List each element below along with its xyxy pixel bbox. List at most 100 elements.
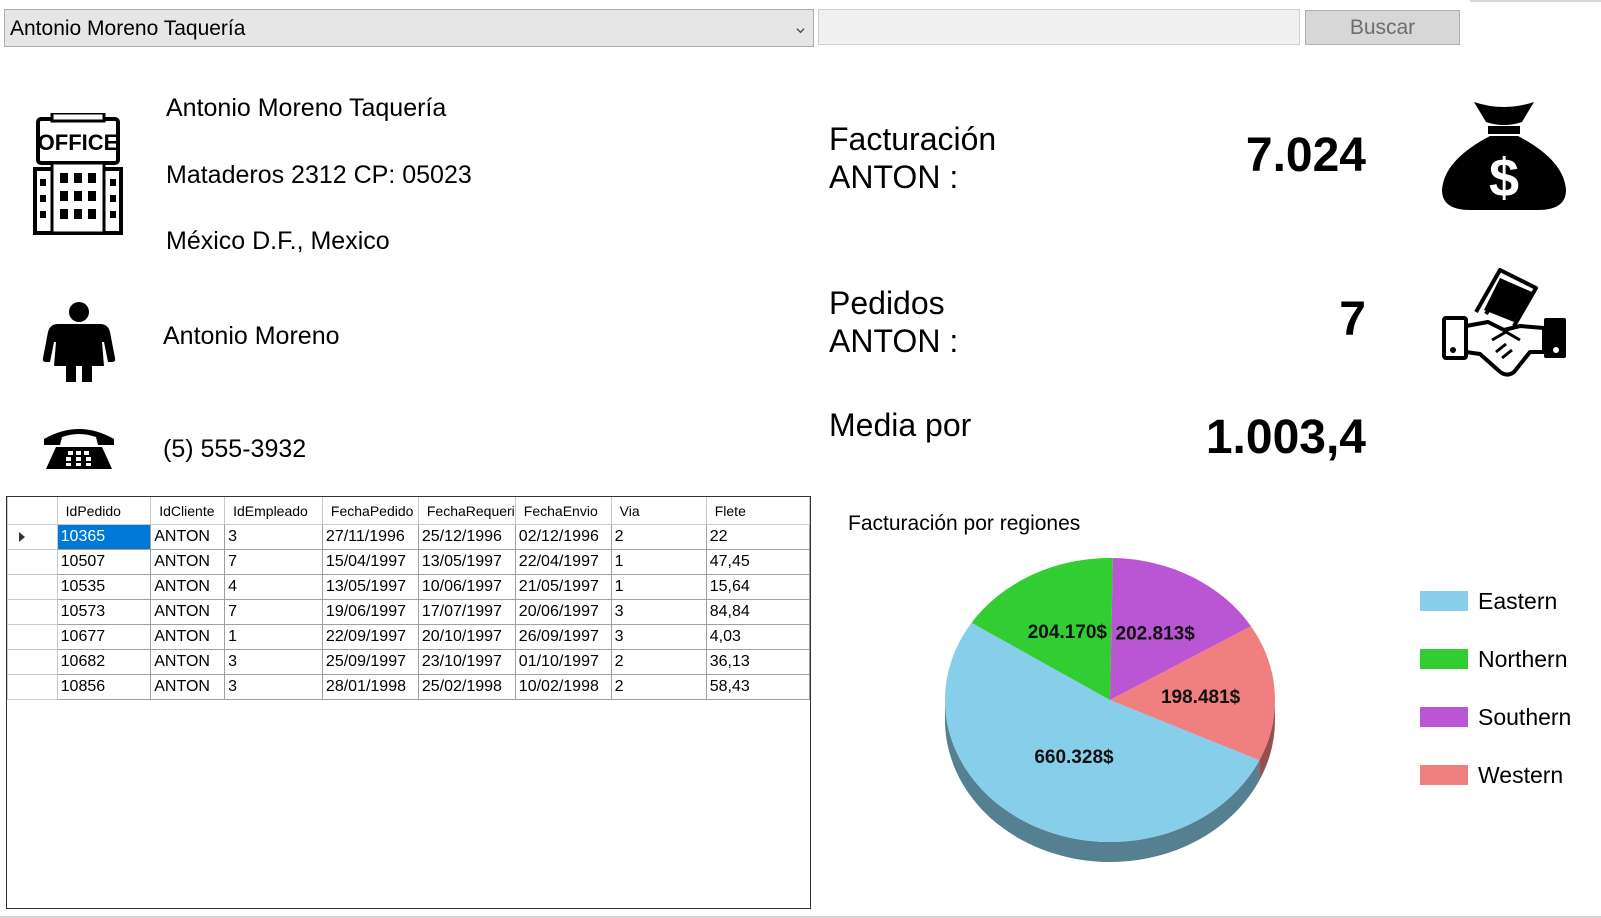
column-header[interactable]: IdEmpleado [224,497,323,525]
table-row[interactable]: 10573 ANTON 7 19/06/1997 17/07/1997 20/06/199… [7,599,810,625]
pie-data-label: 202.813$ [1116,623,1196,644]
column-header[interactable]: FechaPedido [321,497,419,525]
table-cell[interactable]: 7 [224,599,323,625]
table-cell[interactable]: 10/02/1998 [514,674,612,700]
column-header[interactable]: FechaEnvio [514,497,612,525]
contact-name: Antonio Moreno [163,322,340,350]
table-cell[interactable]: 36,13 [705,649,810,675]
row-header[interactable] [7,574,58,600]
table-cell[interactable]: 28/01/1998 [321,674,419,700]
table-cell[interactable]: 1 [224,624,323,650]
table-cell[interactable]: 22 [705,524,810,550]
legend-swatch [1420,707,1468,727]
table-cell[interactable]: 7 [224,549,323,575]
table-cell[interactable]: 01/10/1997 [514,649,612,675]
chart-title: Facturación por regiones [848,512,1081,535]
table-cell[interactable]: 25/12/1996 [417,524,516,550]
row-header[interactable] [7,674,58,700]
table-cell[interactable]: 10677 [56,624,152,650]
table-cell[interactable]: 2 [610,524,707,550]
table-cell[interactable]: 13/05/1997 [417,549,516,575]
row-header[interactable] [7,599,58,625]
table-cell[interactable]: 47,45 [705,549,810,575]
table-cell[interactable]: 1 [610,549,707,575]
table-row[interactable]: 10365 ANTON 3 27/11/1996 25/12/1996 02/12/199… [7,524,810,550]
column-header[interactable]: IdPedido [56,497,152,525]
table-cell[interactable]: 20/06/1997 [514,599,612,625]
table-cell[interactable]: 3 [610,599,707,625]
row-header-corner [7,497,58,525]
table-cell[interactable]: ANTON [150,599,226,625]
table-cell[interactable]: 3 [224,674,323,700]
row-header[interactable] [7,649,58,675]
row-selector-arrow-icon[interactable] [7,524,58,550]
customer-select-value: Antonio Moreno Taquería [10,17,246,40]
orders-grid[interactable]: IdPedido IdCliente IdEmpleado FechaPedid… [6,496,811,909]
table-cell[interactable]: ANTON [150,549,226,575]
table-cell[interactable]: 15/04/1997 [321,549,419,575]
table-cell[interactable]: 10/06/1997 [417,574,516,600]
money-bag-icon: $ [1442,102,1566,210]
row-header[interactable] [7,549,58,575]
table-cell[interactable]: 17/07/1997 [417,599,516,625]
table-cell[interactable]: ANTON [150,524,226,550]
chart-legend: Eastern Northern Southern Western [1420,572,1571,804]
person-icon [42,302,116,382]
table-row[interactable]: 10677 ANTON 1 22/09/1997 20/10/1997 26/09/199… [7,624,810,650]
table-cell[interactable]: 26/09/1997 [514,624,612,650]
table-cell[interactable]: 3 [224,524,323,550]
column-header[interactable]: IdCliente [150,497,226,525]
legend-label: Northern [1478,645,1568,672]
handshake-icon [1442,268,1566,377]
table-cell[interactable]: 3 [224,649,323,675]
table-row[interactable]: 10507 ANTON 7 15/04/1997 13/05/1997 22/04/199… [7,549,810,575]
divider [1470,0,1601,2]
table-cell[interactable]: 10573 [56,599,152,625]
legend-item: Southern [1420,688,1571,746]
column-header[interactable]: Flete [705,497,810,525]
office-building-icon: OFFICE [33,113,123,235]
table-cell[interactable]: 02/12/1996 [514,524,612,550]
table-cell[interactable]: 1 [610,574,707,600]
table-cell[interactable]: 2 [610,674,707,700]
search-button[interactable]: Buscar [1305,10,1460,45]
column-header[interactable]: FechaRequeri [417,497,516,525]
column-header[interactable]: Via [610,497,707,525]
table-cell[interactable]: 25/02/1998 [417,674,516,700]
table-cell[interactable]: 27/11/1996 [321,524,419,550]
table-cell[interactable]: 2 [610,649,707,675]
table-cell[interactable]: ANTON [150,624,226,650]
table-cell[interactable]: 13/05/1997 [321,574,419,600]
pie-data-label: 204.170$ [1028,622,1108,643]
table-cell[interactable]: 10535 [56,574,152,600]
table-cell[interactable]: 22/04/1997 [514,549,612,575]
table-cell[interactable]: 84,84 [705,599,810,625]
table-cell[interactable]: 10365 [56,524,152,550]
table-cell[interactable]: ANTON [150,674,226,700]
table-row[interactable]: 10535 ANTON 4 13/05/1997 10/06/1997 21/05/199… [7,574,810,600]
table-cell[interactable]: 19/06/1997 [321,599,419,625]
table-cell[interactable]: 10507 [56,549,152,575]
table-cell[interactable]: 10682 [56,649,152,675]
table-cell[interactable]: 3 [610,624,707,650]
search-input[interactable] [818,9,1300,45]
legend-label: Western [1478,761,1564,788]
table-cell[interactable]: 20/10/1997 [417,624,516,650]
table-cell[interactable]: 58,43 [705,674,810,700]
table-cell[interactable]: ANTON [150,574,226,600]
table-cell[interactable]: 25/09/1997 [321,649,419,675]
table-cell[interactable]: 21/05/1997 [514,574,612,600]
table-row[interactable]: 10682 ANTON 3 25/09/1997 23/10/1997 01/10/199… [7,649,810,675]
table-cell[interactable]: ANTON [150,649,226,675]
customer-select[interactable]: Antonio Moreno Taquería [4,9,814,47]
table-cell[interactable]: 10856 [56,674,152,700]
table-cell[interactable]: 4 [224,574,323,600]
table-cell[interactable]: 4,03 [705,624,810,650]
table-cell[interactable]: 15,64 [705,574,810,600]
legend-label: Southern [1478,703,1572,730]
company-city: México D.F., Mexico [166,227,390,255]
table-cell[interactable]: 23/10/1997 [417,649,516,675]
table-cell[interactable]: 22/09/1997 [321,624,419,650]
table-row[interactable]: 10856 ANTON 3 28/01/1998 25/02/1998 10/02/199… [7,674,810,700]
row-header[interactable] [7,624,58,650]
